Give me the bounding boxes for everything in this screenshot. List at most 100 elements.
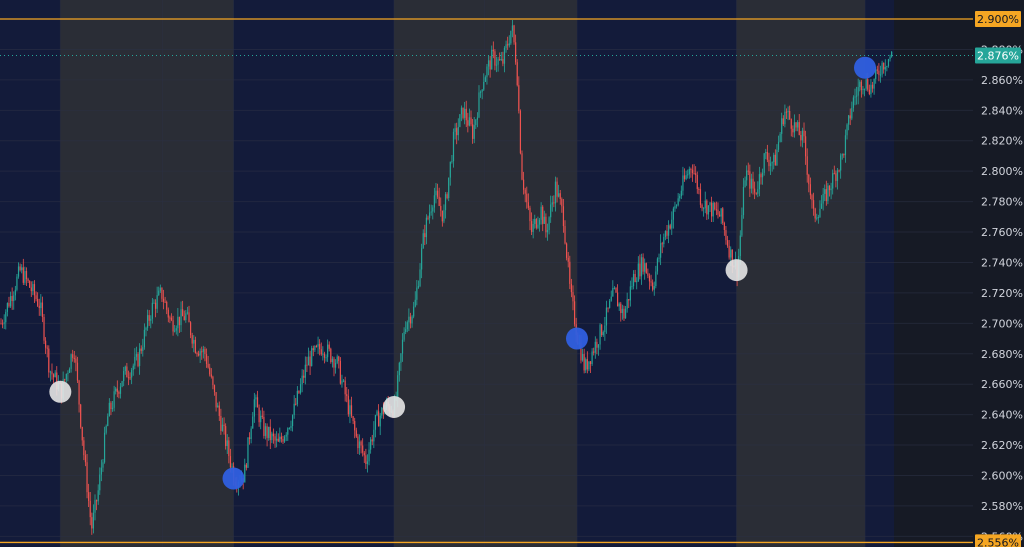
candle-body — [540, 206, 542, 220]
candle-body — [570, 283, 572, 293]
candle-body — [229, 456, 232, 468]
candle-body — [68, 368, 71, 373]
candle-body — [777, 141, 780, 150]
candle-body — [776, 149, 778, 166]
candle-body — [327, 344, 329, 358]
candle-body — [129, 377, 131, 379]
candle-body — [336, 356, 338, 363]
price-chart[interactable]: 2.900%2.556% 2.560%2.580%2.600%2.620%2.6… — [0, 0, 1024, 547]
candle-body — [414, 299, 416, 307]
candle-body — [567, 257, 569, 262]
candle-body — [634, 273, 636, 283]
candle-body — [572, 292, 574, 302]
candle-body — [111, 407, 114, 410]
price-axis[interactable]: 2.560%2.580%2.600%2.620%2.640%2.660%2.68… — [973, 0, 1024, 547]
candle-body — [362, 445, 364, 453]
candle-body — [596, 341, 598, 348]
session-bands — [0, 0, 973, 547]
candle-body — [717, 209, 719, 215]
signal-marker-blue[interactable] — [853, 56, 876, 79]
candle-body — [835, 173, 837, 181]
session-band — [60, 0, 234, 547]
candle-body — [750, 178, 753, 189]
candle-body — [279, 436, 281, 442]
candle-body — [183, 316, 185, 321]
price-axis-tick: 2.640% — [981, 409, 1023, 422]
chart-canvas[interactable]: 2.900%2.556% 2.560%2.580%2.600%2.620%2.6… — [0, 0, 1024, 547]
candle-body — [564, 226, 566, 244]
candle-body — [805, 136, 807, 157]
candle-body — [470, 117, 472, 125]
candle-body — [86, 462, 88, 493]
candle-body — [515, 42, 517, 63]
candle-body — [14, 289, 16, 296]
candle-body — [789, 110, 791, 120]
candle-body — [822, 193, 824, 204]
candle-body — [307, 356, 310, 366]
candle-body — [416, 287, 418, 300]
candle-body — [202, 349, 204, 352]
candle-body — [400, 353, 402, 363]
candle-body — [378, 411, 380, 427]
candle-body — [175, 328, 177, 331]
candle-body — [543, 216, 545, 224]
candle-body — [699, 189, 702, 205]
candle-body — [80, 404, 82, 427]
price-axis-tick: 2.660% — [981, 378, 1023, 391]
candle-body — [349, 405, 351, 415]
candle-body — [406, 322, 408, 330]
candle-body — [193, 339, 195, 344]
candle-body — [49, 371, 51, 373]
candle-body — [653, 286, 655, 290]
candle-body — [868, 89, 870, 95]
candle-body — [556, 181, 558, 197]
signal-marker-white[interactable] — [383, 396, 406, 419]
candle-body — [707, 205, 710, 215]
candle-body — [110, 402, 112, 410]
candle-body — [618, 303, 620, 307]
candle-body — [309, 356, 311, 367]
candle-body — [599, 324, 601, 345]
candle-body — [465, 108, 467, 121]
candle-body — [22, 267, 24, 283]
candle-body — [295, 403, 297, 405]
candle-body — [435, 190, 437, 196]
candle-body — [589, 361, 592, 365]
candle-body — [252, 416, 254, 429]
candle-body — [741, 215, 743, 236]
candle-body — [457, 126, 459, 136]
candle-body — [602, 332, 604, 336]
candle-body — [301, 375, 303, 385]
signal-marker-blue[interactable] — [222, 467, 245, 490]
candle-body — [287, 428, 289, 435]
candle-body — [650, 281, 652, 283]
signal-marker-white[interactable] — [49, 380, 72, 403]
candle-body — [197, 353, 200, 356]
candle-body — [781, 118, 783, 134]
candle-body — [628, 299, 630, 301]
candle-body — [132, 365, 134, 371]
candle-body — [452, 131, 455, 162]
candle-body — [499, 59, 501, 61]
candle-body — [126, 366, 128, 378]
candle-body — [688, 168, 690, 175]
candle-body — [586, 359, 588, 370]
candle-body — [811, 195, 813, 201]
candle-body — [863, 88, 866, 90]
candle-body — [840, 155, 842, 171]
candle-body — [199, 351, 201, 356]
candle-body — [185, 313, 187, 321]
candle-body — [223, 424, 225, 427]
candle-body — [538, 219, 541, 225]
candle-body — [620, 303, 622, 314]
candle-body — [1, 323, 4, 325]
candle-body — [624, 308, 627, 319]
candle-body — [139, 348, 141, 366]
signal-marker-white[interactable] — [725, 259, 748, 282]
candle-body — [213, 385, 216, 393]
candle-body — [878, 70, 880, 75]
candle-body — [37, 299, 39, 306]
candle-body — [644, 263, 646, 272]
candle-body — [225, 426, 227, 447]
signal-marker-blue[interactable] — [565, 327, 588, 350]
